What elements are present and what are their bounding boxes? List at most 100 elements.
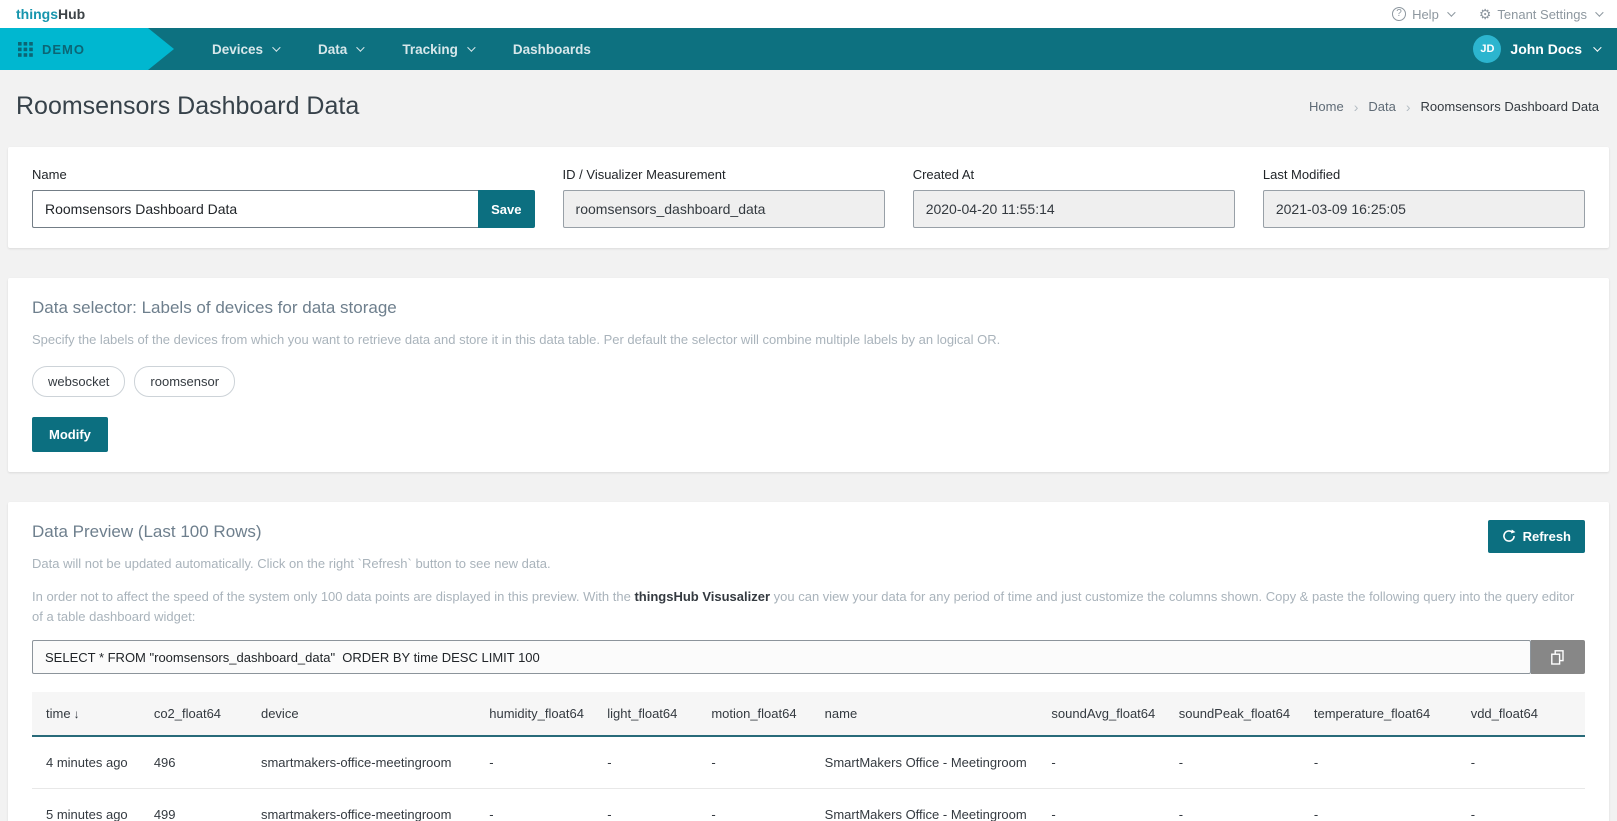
help-icon: ? <box>1392 7 1406 21</box>
help-label: Help <box>1412 7 1439 22</box>
tenant-name: DEMO <box>42 42 85 57</box>
user-name: John Docs <box>1510 41 1582 57</box>
cell-co2: 496 <box>144 736 251 789</box>
name-input[interactable] <box>32 190 478 228</box>
label-tag-websocket: websocket <box>32 366 125 397</box>
details-card: Name Save ID / Visualizer Measurement Cr… <box>8 147 1609 248</box>
tenant-settings-label: Tenant Settings <box>1497 7 1587 22</box>
column-header-humidity[interactable]: humidity_float64 <box>479 692 597 736</box>
column-header-soundavg[interactable]: soundAvg_float64 <box>1041 692 1168 736</box>
cell-humidity: - <box>479 789 597 821</box>
cell-time: 4 minutes ago <box>32 736 144 789</box>
cell-soundavg: - <box>1041 789 1168 821</box>
table-row: 5 minutes ago 499 smartmakers-office-mee… <box>32 789 1585 821</box>
nav-label: Devices <box>212 42 263 57</box>
logo-text-things: things <box>16 6 58 22</box>
column-header-device[interactable]: device <box>251 692 479 736</box>
data-preview-table: time↓ co2_float64 device humidity_float6… <box>32 692 1585 821</box>
refresh-label: Refresh <box>1523 529 1571 544</box>
data-selector-title: Data selector: Labels of devices for dat… <box>32 298 1585 318</box>
column-header-temperature[interactable]: temperature_float64 <box>1304 692 1461 736</box>
id-field-group: ID / Visualizer Measurement <box>563 167 885 228</box>
topbar-menus: ? Help ⚙ Tenant Settings <box>1392 7 1601 22</box>
page-header: Roomsensors Dashboard Data Home › Data ›… <box>0 70 1617 147</box>
column-header-time[interactable]: time↓ <box>32 692 144 736</box>
modify-button[interactable]: Modify <box>32 417 108 452</box>
topbar: thingsHub ? Help ⚙ Tenant Settings <box>0 0 1617 28</box>
cell-soundpeak: - <box>1169 789 1304 821</box>
column-header-name[interactable]: name <box>815 692 1042 736</box>
cell-soundpeak: - <box>1169 736 1304 789</box>
tenant-settings-menu[interactable]: ⚙ Tenant Settings <box>1479 7 1601 22</box>
id-label: ID / Visualizer Measurement <box>563 167 885 182</box>
preview-note-1: Data will not be updated automatically. … <box>32 554 1585 574</box>
help-menu[interactable]: ? Help <box>1392 7 1453 22</box>
data-selector-card: Data selector: Labels of devices for dat… <box>8 278 1609 472</box>
chevron-down-icon <box>356 43 364 51</box>
sort-desc-icon: ↓ <box>74 707 80 721</box>
data-preview-title: Data Preview (Last 100 Rows) <box>32 522 1585 542</box>
chevron-down-icon <box>272 43 280 51</box>
breadcrumb-separator: › <box>1354 99 1359 115</box>
column-header-light[interactable]: light_float64 <box>597 692 701 736</box>
cell-light: - <box>597 789 701 821</box>
preview-note-2: In order not to affect the speed of the … <box>32 587 1585 626</box>
logo-text-hub: Hub <box>58 6 85 22</box>
created-at-input <box>913 190 1235 228</box>
name-label: Name <box>32 167 535 182</box>
column-header-vdd[interactable]: vdd_float64 <box>1461 692 1585 736</box>
cell-vdd: - <box>1461 789 1585 821</box>
nav-item-data[interactable]: Data <box>318 42 362 57</box>
gear-icon: ⚙ <box>1479 7 1492 21</box>
page-title: Roomsensors Dashboard Data <box>16 92 359 121</box>
nav-label: Data <box>318 42 347 57</box>
copy-icon <box>1551 650 1564 665</box>
refresh-button[interactable]: Refresh <box>1488 520 1585 553</box>
main-navbar: DEMO Devices Data Tracking Dashboards JD… <box>0 28 1617 70</box>
table-header-row: time↓ co2_float64 device humidity_float6… <box>32 692 1585 736</box>
cell-temperature: - <box>1304 736 1461 789</box>
breadcrumb-current: Roomsensors Dashboard Data <box>1421 99 1599 114</box>
breadcrumb-data[interactable]: Data <box>1368 99 1395 114</box>
nav-item-dashboards[interactable]: Dashboards <box>513 42 591 57</box>
cell-time: 5 minutes ago <box>32 789 144 821</box>
nav-label: Dashboards <box>513 42 591 57</box>
nav-label: Tracking <box>402 42 458 57</box>
data-selector-description: Specify the labels of the devices from w… <box>32 330 1585 350</box>
chevron-down-icon <box>1593 43 1601 51</box>
breadcrumb: Home › Data › Roomsensors Dashboard Data <box>1309 99 1599 115</box>
name-field-group: Name Save <box>32 167 535 228</box>
nav-item-devices[interactable]: Devices <box>212 42 278 57</box>
column-header-motion[interactable]: motion_float64 <box>701 692 814 736</box>
save-button[interactable]: Save <box>478 190 534 228</box>
cell-temperature: - <box>1304 789 1461 821</box>
cell-humidity: - <box>479 736 597 789</box>
query-input[interactable] <box>32 640 1531 674</box>
nav-item-tracking[interactable]: Tracking <box>402 42 473 57</box>
chevron-down-icon <box>467 43 475 51</box>
cell-motion: - <box>701 736 814 789</box>
tenant-switcher[interactable]: DEMO <box>0 28 176 70</box>
last-modified-field-group: Last Modified <box>1263 167 1585 228</box>
cell-device: smartmakers-office-meetingroom <box>251 736 479 789</box>
cell-device: smartmakers-office-meetingroom <box>251 789 479 821</box>
thingshub-logo[interactable]: thingsHub <box>16 6 85 22</box>
copy-query-button[interactable] <box>1531 640 1585 674</box>
label-tags: websocket roomsensor <box>32 366 1585 397</box>
refresh-icon <box>1502 529 1516 543</box>
visualizer-name: thingsHub Visusalizer <box>634 589 770 604</box>
breadcrumb-home[interactable]: Home <box>1309 99 1344 114</box>
chevron-down-icon <box>1595 8 1603 16</box>
table-row: 4 minutes ago 496 smartmakers-office-mee… <box>32 736 1585 789</box>
grid-icon <box>18 42 33 57</box>
nav-items: Devices Data Tracking Dashboards <box>212 42 591 57</box>
column-header-soundpeak[interactable]: soundPeak_float64 <box>1169 692 1304 736</box>
cell-motion: - <box>701 789 814 821</box>
created-at-field-group: Created At <box>913 167 1235 228</box>
avatar: JD <box>1473 35 1501 63</box>
data-preview-card: Data Preview (Last 100 Rows) Refresh Dat… <box>8 502 1609 821</box>
last-modified-label: Last Modified <box>1263 167 1585 182</box>
user-menu[interactable]: JD John Docs <box>1473 35 1599 63</box>
breadcrumb-separator: › <box>1406 99 1411 115</box>
column-header-co2[interactable]: co2_float64 <box>144 692 251 736</box>
